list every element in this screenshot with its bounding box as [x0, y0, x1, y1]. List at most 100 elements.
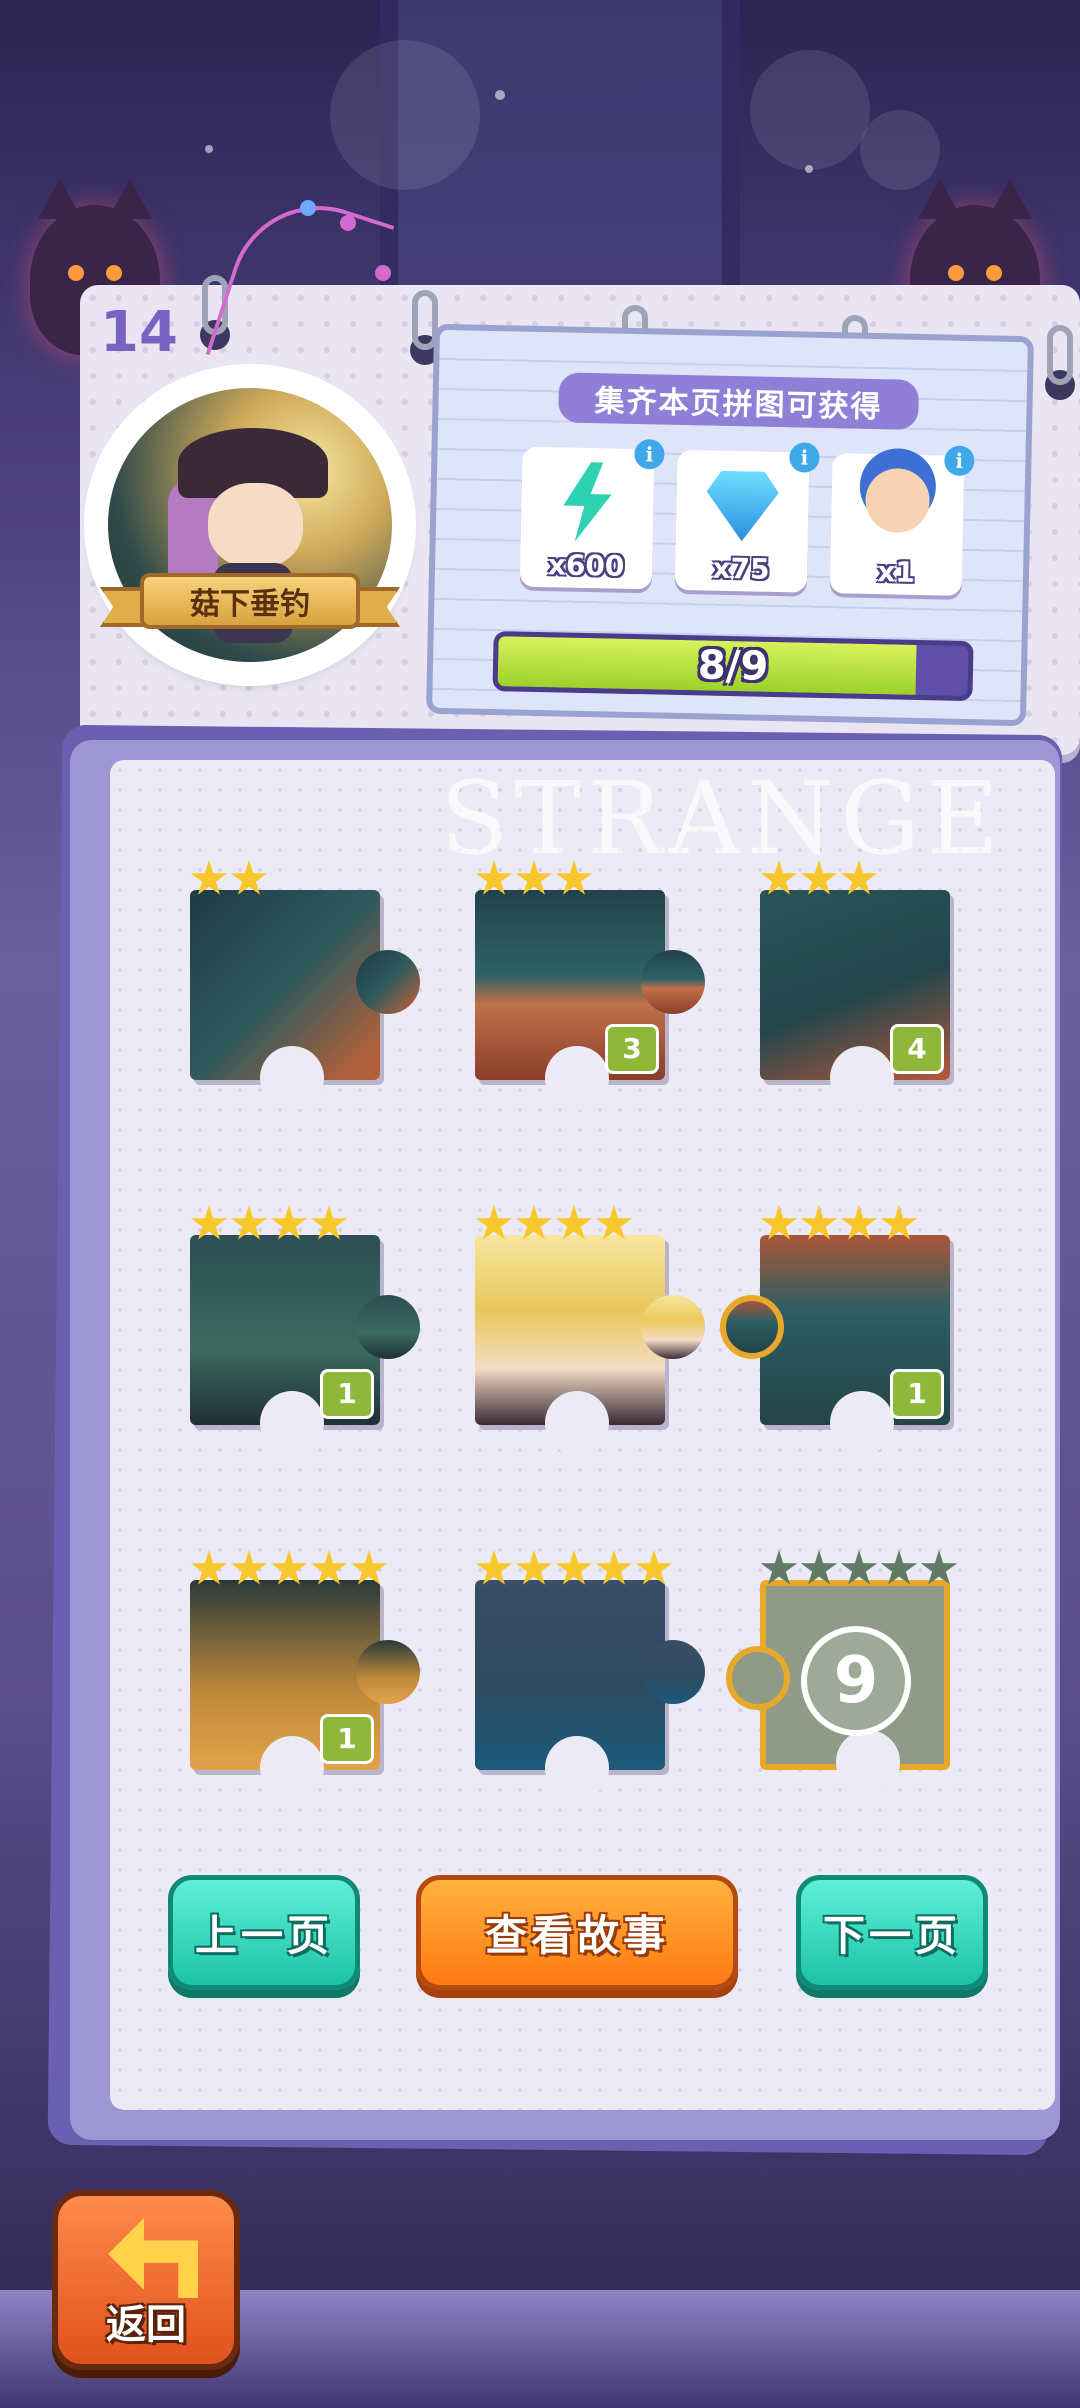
reward-diamond[interactable]: i x75 — [674, 442, 820, 593]
star-icon — [555, 860, 593, 895]
star-icon — [475, 1550, 513, 1585]
puzzle-piece[interactable]: 3 — [475, 890, 705, 1110]
piece-knob — [356, 1295, 420, 1359]
reward-title: 集齐本页拼图可获得 — [558, 372, 920, 430]
reward-amount: x1 — [876, 555, 916, 589]
piece-knob — [726, 1646, 790, 1710]
piece-notch — [830, 1391, 894, 1455]
piece-star-rating — [475, 1550, 673, 1588]
puzzle-piece[interactable]: 1 — [720, 1235, 950, 1455]
piece-knob — [356, 1640, 420, 1704]
star-icon — [230, 1550, 268, 1585]
badge-title: 菇下垂钓 — [140, 573, 360, 629]
view-story-button[interactable]: 查看故事 — [416, 1875, 738, 1990]
string-bead — [300, 200, 316, 216]
piece-star-rating — [475, 860, 593, 898]
piece-knob — [641, 1295, 705, 1359]
star-icon — [800, 1205, 838, 1240]
piece-notch — [545, 1736, 609, 1800]
star-icon — [270, 1550, 308, 1585]
star-icon — [760, 1550, 798, 1585]
puzzle-piece[interactable]: 1 — [190, 1235, 420, 1455]
string-bead — [375, 265, 391, 281]
star-icon — [635, 1550, 673, 1585]
piece-knob — [641, 1640, 705, 1704]
piece-count-badge: 1 — [890, 1369, 944, 1419]
bokeh-light — [750, 50, 870, 170]
piece-count-badge: 3 — [605, 1024, 659, 1074]
info-icon[interactable]: i — [944, 445, 975, 477]
sparkle — [205, 145, 213, 153]
back-button[interactable]: 返回 — [52, 2190, 240, 2370]
sparkle — [495, 90, 505, 100]
back-label: 返回 — [106, 2302, 186, 2348]
binder-ring — [1047, 325, 1073, 385]
back-arrow-icon — [108, 2218, 198, 2298]
collection-progress-bar: 8/9 — [492, 631, 974, 702]
puzzle-piece[interactable] — [475, 1235, 705, 1455]
star-icon — [515, 1205, 553, 1240]
bokeh-light — [860, 110, 940, 190]
piece-count-badge: 1 — [320, 1369, 374, 1419]
piece-count-badge: 1 — [320, 1714, 374, 1764]
diamond-icon — [706, 471, 779, 542]
puzzle-piece[interactable] — [190, 890, 420, 1110]
piece-knob — [720, 1295, 784, 1359]
reward-energy[interactable]: i x600 — [519, 438, 665, 590]
piece-knob — [356, 950, 420, 1014]
piece-star-rating — [760, 1205, 918, 1243]
star-icon — [840, 1205, 878, 1240]
puzzle-piece-locked[interactable]: 9 — [726, 1580, 950, 1794]
info-icon[interactable]: i — [789, 442, 820, 473]
star-icon — [475, 860, 513, 895]
star-icon — [595, 1205, 633, 1240]
star-icon — [270, 1205, 308, 1240]
star-icon — [555, 1550, 593, 1585]
piece-star-rating — [190, 1550, 388, 1588]
piece-star-rating — [760, 1550, 958, 1588]
puzzle-piece[interactable]: 1 — [190, 1580, 420, 1800]
piece-notch — [545, 1391, 609, 1455]
star-icon — [230, 860, 268, 895]
star-icon — [880, 1205, 918, 1240]
bokeh-light — [330, 40, 480, 190]
reward-panel: 集齐本页拼图可获得 i x600 i x75 i x1 8/9 — [425, 323, 1035, 727]
piece-star-rating — [475, 1205, 633, 1243]
page-number: 14 — [100, 300, 178, 365]
piece-star-rating — [190, 1205, 348, 1243]
reward-character[interactable]: i x1 — [829, 445, 975, 596]
sparkle — [805, 165, 813, 173]
piece-notch — [830, 1046, 894, 1110]
star-icon — [760, 860, 798, 895]
girl-face — [208, 483, 303, 568]
clown-character-icon — [864, 467, 931, 534]
prev-page-button[interactable]: 上一页 — [168, 1875, 360, 1990]
piece-star-rating — [760, 860, 878, 898]
star-icon — [230, 1205, 268, 1240]
star-icon — [555, 1205, 593, 1240]
reward-amount: x75 — [712, 551, 770, 586]
star-icon — [920, 1550, 958, 1585]
star-icon — [515, 860, 553, 895]
badge-ribbon: 菇下垂钓 — [100, 565, 400, 635]
piece-notch — [260, 1736, 324, 1800]
piece-star-rating — [190, 860, 268, 898]
progress-text: 8/9 — [697, 642, 769, 690]
info-icon[interactable]: i — [634, 438, 665, 470]
star-icon — [310, 1550, 348, 1585]
puzzle-piece[interactable] — [475, 1580, 705, 1800]
star-icon — [760, 1205, 798, 1240]
star-icon — [880, 1550, 918, 1585]
star-icon — [190, 1550, 228, 1585]
next-page-button[interactable]: 下一页 — [796, 1875, 988, 1990]
reward-amount: x600 — [547, 548, 625, 583]
star-icon — [310, 1205, 348, 1240]
puzzle-piece[interactable]: 4 — [760, 890, 950, 1110]
star-icon — [515, 1550, 553, 1585]
piece-knob — [641, 950, 705, 1014]
star-icon — [190, 1205, 228, 1240]
star-icon — [840, 1550, 878, 1585]
string-bead — [340, 215, 356, 231]
locked-piece-number: 9 — [801, 1626, 911, 1736]
star-icon — [350, 1550, 388, 1585]
